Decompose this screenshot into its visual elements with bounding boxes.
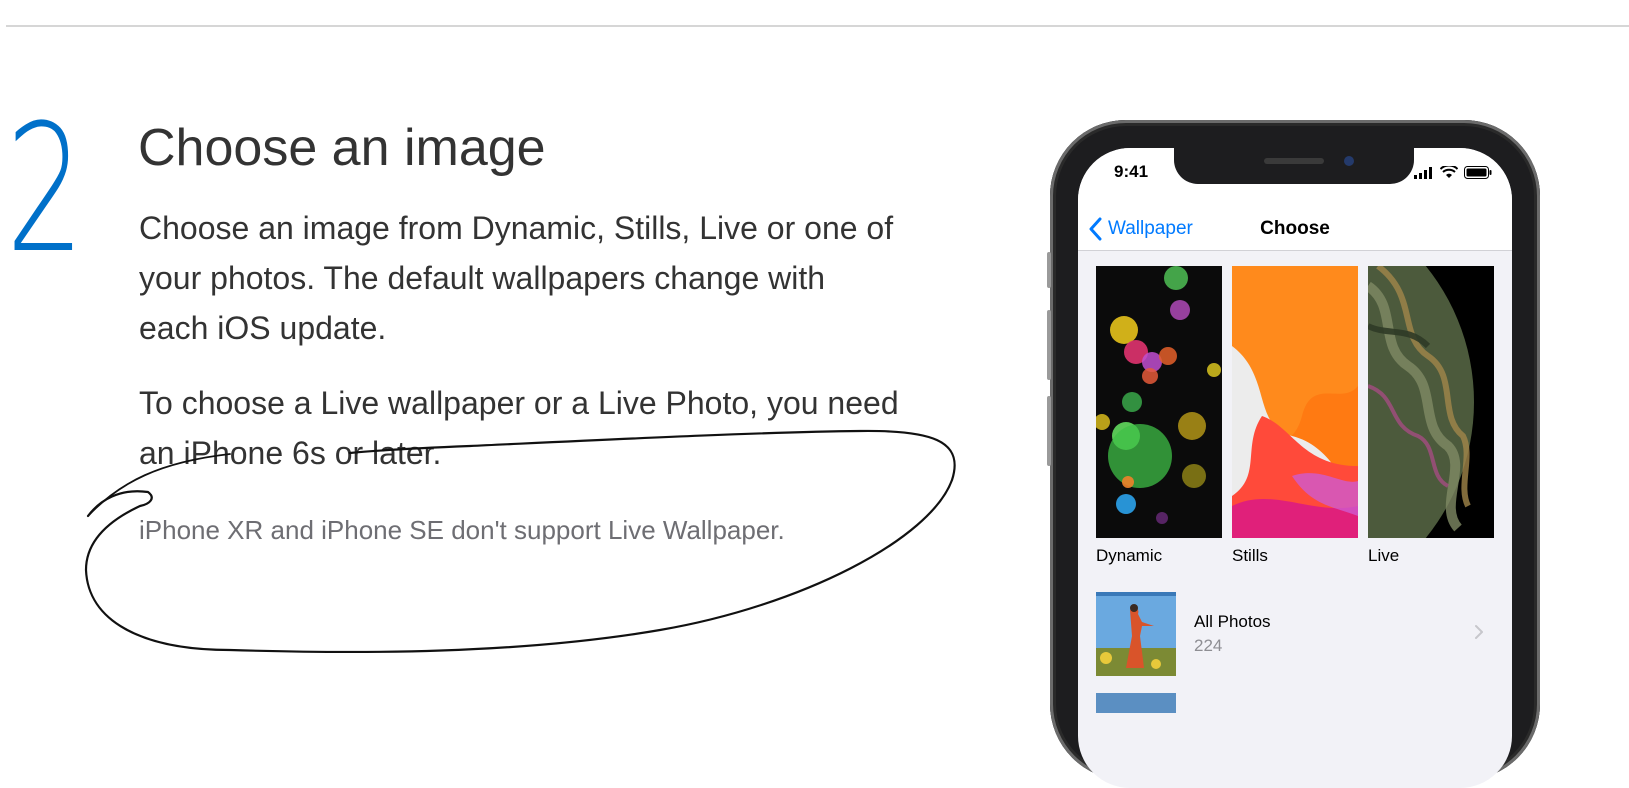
album-thumbnail-partial — [1096, 693, 1176, 713]
navigation-bar: Choose Wallpaper — [1078, 208, 1512, 251]
live-planet-image — [1368, 266, 1494, 538]
status-time: 9:41 — [1114, 162, 1149, 181]
page-title: Choose an image — [138, 119, 546, 177]
paragraph-live-wallpaper: To choose a Live wallpaper or a Live Pho… — [139, 385, 899, 471]
speaker-grille — [1264, 158, 1324, 164]
status-icons — [1414, 166, 1492, 179]
phone-notch — [1174, 148, 1414, 184]
volume-down-button — [1047, 396, 1051, 466]
wallpaper-tile-dynamic[interactable] — [1096, 266, 1222, 538]
album-row-all-photos[interactable]: All Photos 224 — [1096, 590, 1496, 678]
wallpaper-label-dynamic: Dynamic — [1096, 546, 1163, 565]
battery-icon — [1464, 166, 1492, 179]
stills-abstract-image — [1232, 266, 1358, 538]
wallpaper-tile-stills[interactable] — [1232, 266, 1358, 538]
wallpaper-tile-live[interactable] — [1368, 266, 1494, 538]
chevron-right-icon — [1475, 625, 1483, 639]
dynamic-bokeh-image — [1096, 266, 1221, 524]
iphone-illustration: 9:41 Choose Wallpaper Dynamic Stills Liv… — [1047, 120, 1540, 788]
album-count: 224 — [1194, 636, 1223, 655]
volume-up-button — [1047, 310, 1051, 380]
side-button — [1047, 252, 1051, 288]
album-title: All Photos — [1194, 612, 1271, 631]
album-thumbnail — [1096, 592, 1176, 676]
step-number: 2 — [6, 87, 85, 292]
note-live-wallpaper-support: iPhone XR and iPhone SE don't support Li… — [139, 515, 785, 545]
signal-icon — [1414, 167, 1432, 179]
phone-screen: 9:41 Choose Wallpaper Dynamic Stills Liv… — [1078, 148, 1512, 788]
paragraph-choose-image: Choose an image from Dynamic, Stills, Li… — [139, 210, 894, 346]
front-camera — [1344, 156, 1354, 166]
chevron-left-icon — [1089, 217, 1102, 241]
back-button-label: Wallpaper — [1108, 218, 1193, 239]
top-divider — [6, 25, 1629, 27]
wallpaper-label-live: Live — [1368, 546, 1400, 565]
back-button[interactable]: Wallpaper — [1088, 208, 1193, 250]
wallpaper-label-stills: Stills — [1232, 546, 1268, 565]
wifi-icon — [1440, 166, 1458, 178]
